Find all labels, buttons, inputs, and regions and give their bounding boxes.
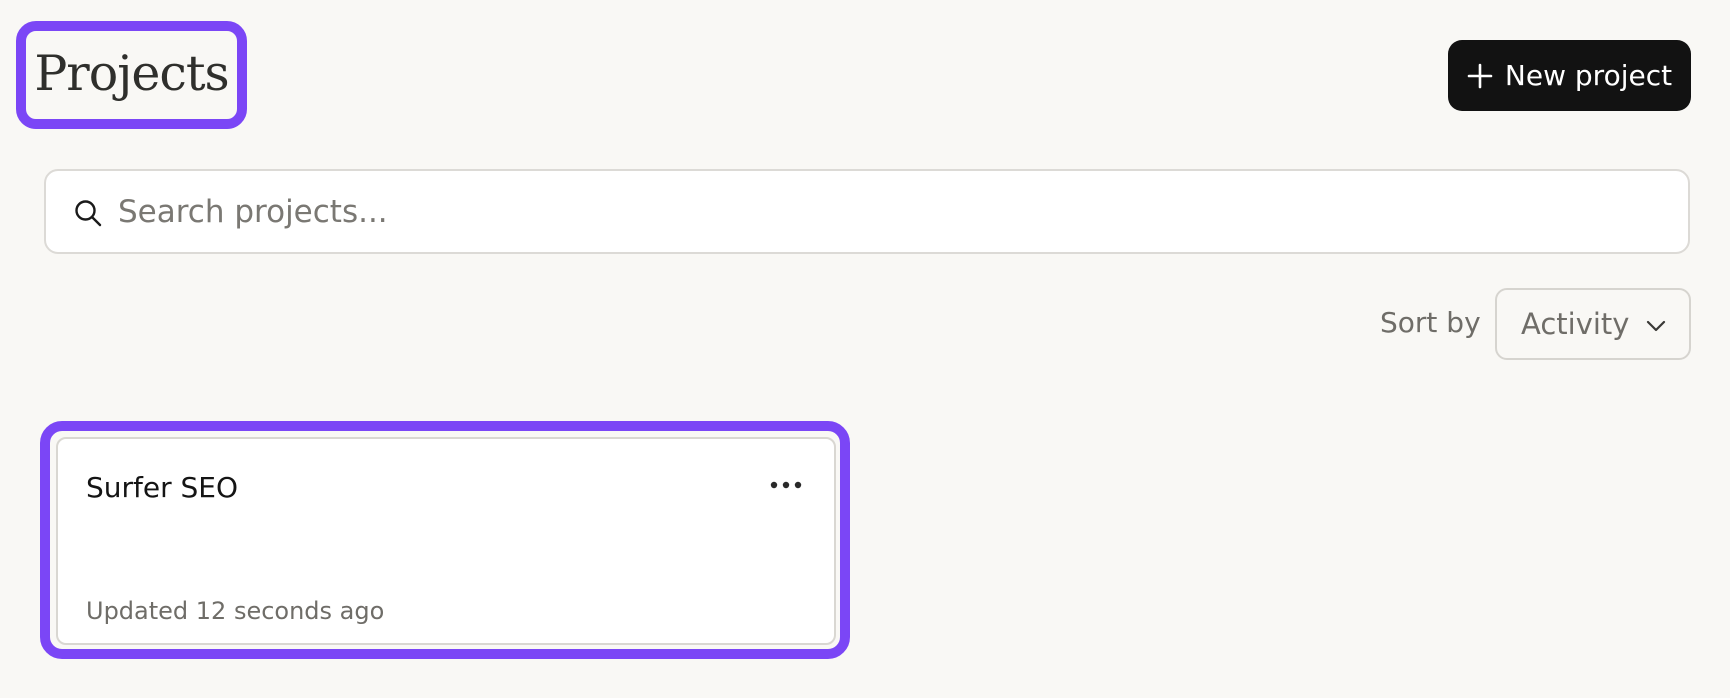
project-card-highlight: Surfer SEO Updated 12 seconds ago bbox=[40, 421, 850, 659]
new-project-button[interactable]: New project bbox=[1448, 40, 1691, 111]
search-icon bbox=[75, 200, 102, 227]
project-name: Surfer SEO bbox=[86, 471, 239, 504]
plus-icon bbox=[1467, 63, 1493, 88]
project-menu-button[interactable] bbox=[766, 471, 806, 499]
search-input[interactable] bbox=[118, 171, 1668, 252]
page-title: Projects bbox=[34, 44, 229, 102]
sort-select[interactable]: Activity bbox=[1495, 288, 1691, 360]
new-project-label: New project bbox=[1504, 59, 1673, 92]
sort-by-label: Sort by bbox=[1380, 306, 1481, 339]
chevron-down-icon bbox=[1646, 320, 1666, 332]
sort-selected-value: Activity bbox=[1521, 307, 1630, 341]
more-horizontal-icon bbox=[770, 481, 802, 489]
page-title-highlight: Projects bbox=[16, 21, 247, 129]
project-updated-text: Updated 12 seconds ago bbox=[86, 597, 385, 625]
search-bar[interactable] bbox=[44, 169, 1690, 254]
project-card[interactable]: Surfer SEO Updated 12 seconds ago bbox=[56, 437, 836, 645]
